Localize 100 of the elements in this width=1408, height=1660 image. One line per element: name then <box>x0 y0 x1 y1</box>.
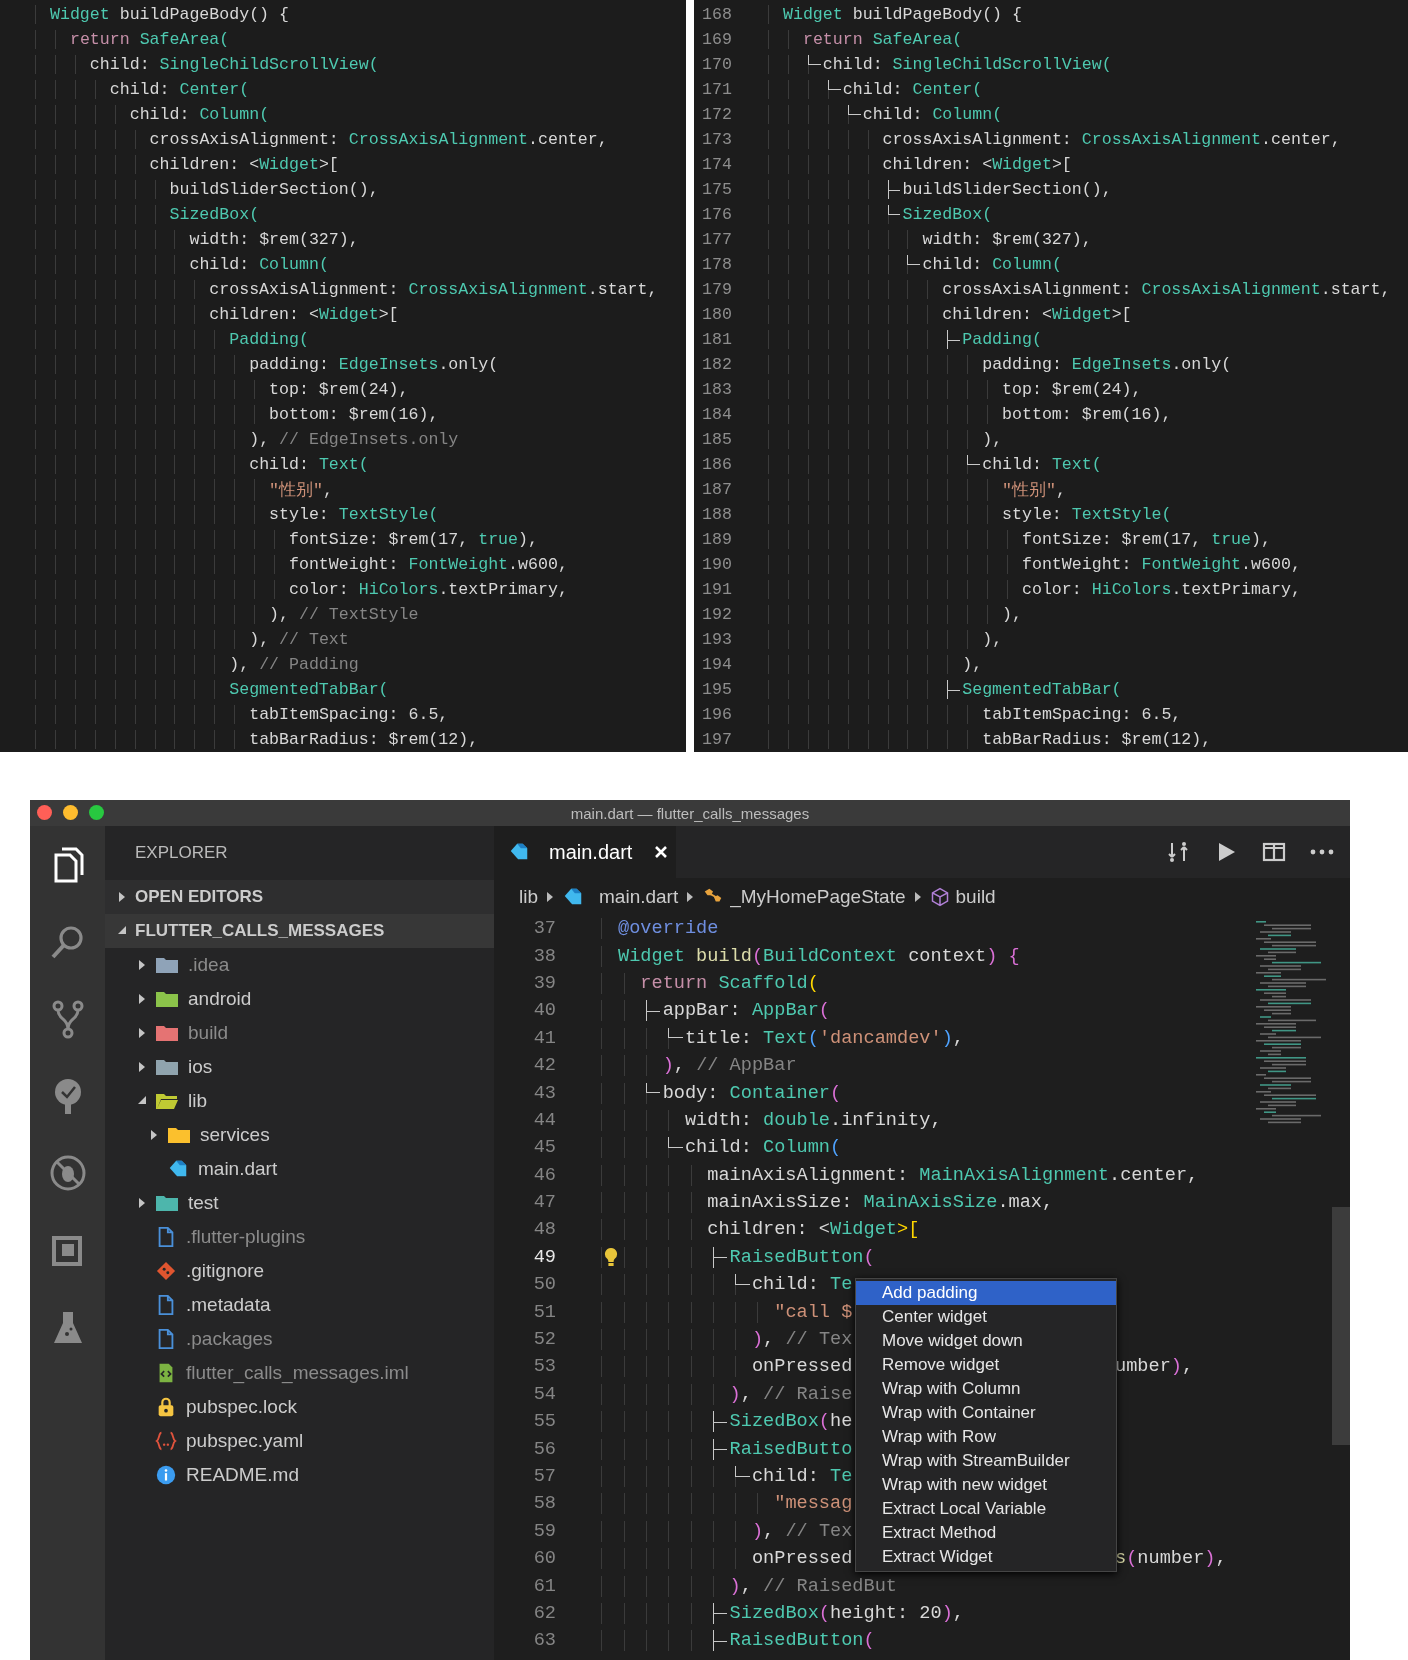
line-number: 186 <box>702 455 732 474</box>
line-number: 61 <box>533 1575 556 1597</box>
code-line: tabItemSpacing: 6.5, <box>982 705 1182 724</box>
line-number: 179 <box>702 280 732 299</box>
menu-item[interactable]: Wrap with new widget <box>856 1473 1116 1497</box>
tree-connector <box>735 1466 750 1477</box>
code-line: padding: EdgeInsets.only( <box>249 355 499 374</box>
code-line: child: Text( <box>249 455 369 474</box>
line-number: 170 <box>702 55 732 74</box>
code-line: child: Column( <box>129 105 270 124</box>
menu-item[interactable]: Extract Local Variable <box>856 1497 1116 1521</box>
more-icon[interactable] <box>1310 848 1334 856</box>
section-header[interactable]: OPEN EDITORS <box>105 880 494 914</box>
code-line: "性别", <box>269 480 333 500</box>
breadcrumb-item[interactable]: lib <box>519 885 538 908</box>
tree-item[interactable]: .packages <box>105 1322 494 1356</box>
tree-item[interactable]: services <box>105 1118 494 1152</box>
line-number: 180 <box>702 305 732 324</box>
line-number: 172 <box>702 105 732 124</box>
code-line: child: SingleChildScrollView( <box>822 55 1112 74</box>
code-line: children: <Widget>[ <box>707 1219 920 1241</box>
code-line: "性别", <box>1002 480 1066 500</box>
code-line: SizedBox( <box>169 205 260 224</box>
section-header[interactable]: FLUTTER_CALLS_MESSAGES <box>105 914 494 948</box>
code-line: crossAxisAlignment: CrossAxisAlignment.center, <box>882 130 1341 149</box>
menu-item[interactable]: Extract Method <box>856 1521 1116 1545</box>
code-line: child: Te <box>751 1466 853 1487</box>
line-number: 195 <box>702 680 732 699</box>
code-line: fontWeight: FontWeight.w600, <box>289 555 568 574</box>
code-line: ), // Padding <box>229 655 359 674</box>
tree-item[interactable]: .flutter-plugins <box>105 1220 494 1254</box>
code-line: ), // Raise <box>729 1383 853 1405</box>
braces-icon <box>155 1430 177 1452</box>
tree-item[interactable]: .gitignore <box>105 1254 494 1288</box>
scrollbar-thumb[interactable] <box>1332 1207 1350 1445</box>
line-number: 63 <box>533 1630 556 1652</box>
line-number: 45 <box>533 1137 556 1159</box>
breadcrumb-item[interactable]: main.dart <box>562 885 679 908</box>
code-line: onPressed <box>751 1356 853 1378</box>
lightbulb-icon[interactable] <box>604 1246 618 1267</box>
line-number: 193 <box>702 630 732 649</box>
code-line: child: Text( <box>982 455 1102 474</box>
code-line: width: $rem(327), <box>922 230 1092 249</box>
tree-item[interactable]: test <box>105 1186 494 1220</box>
line-number: 53 <box>533 1356 556 1378</box>
tree-item[interactable]: lib <box>105 1084 494 1118</box>
compare-icon[interactable] <box>1166 840 1190 864</box>
code-line: fontSize: $rem(17, true), <box>1022 530 1271 549</box>
maximize-dot[interactable] <box>89 805 104 820</box>
tree-item[interactable]: pubspec.lock <box>105 1390 494 1424</box>
menu-item[interactable]: Extract Widget <box>856 1545 1116 1569</box>
tree-item[interactable]: android <box>105 982 494 1016</box>
line-number: 171 <box>702 80 732 99</box>
tree-item[interactable]: pubspec.yaml <box>105 1424 494 1458</box>
breadcrumb-item[interactable]: _MyHomePageState <box>702 885 906 908</box>
menu-item[interactable]: Wrap with Container <box>856 1401 1116 1425</box>
window-title: main.dart — flutter_calls_messages <box>570 804 810 822</box>
code-line: SizedBox(he <box>729 1411 853 1433</box>
tree-item[interactable]: main.dart <box>105 1152 494 1186</box>
close-dot[interactable] <box>37 805 52 820</box>
tree-item[interactable]: .idea <box>105 948 494 982</box>
line-number: 48 <box>533 1219 556 1241</box>
line-number: 176 <box>702 205 732 224</box>
code-line: return SafeArea( <box>69 30 230 49</box>
tree-connector <box>712 1438 728 1460</box>
line-number: 168 <box>702 5 732 24</box>
breadcrumb-item[interactable]: build <box>929 885 996 908</box>
tree-item[interactable]: .metadata <box>105 1288 494 1322</box>
tree-item[interactable]: ios <box>105 1050 494 1084</box>
code-line: bottom: $rem(16), <box>269 405 439 424</box>
code-line: "call $ <box>774 1301 853 1323</box>
line-number: 39 <box>533 972 556 994</box>
menu-item[interactable]: Wrap with Column <box>856 1377 1116 1401</box>
code-line: ), // Text <box>249 630 349 649</box>
menu-item[interactable]: Remove widget <box>856 1353 1116 1377</box>
tree-item[interactable]: flutter_calls_messages.iml <box>105 1356 494 1390</box>
code-line: child: Column( <box>189 255 329 274</box>
minimize-dot[interactable] <box>63 805 78 820</box>
menu-item[interactable]: Add padding <box>856 1281 1116 1305</box>
line-number: 197 <box>702 730 732 749</box>
code-line: padding: EdgeInsets.only( <box>982 355 1232 374</box>
code-line: ), // EdgeInsets.only <box>249 430 459 449</box>
split-editor-icon[interactable] <box>1262 840 1286 864</box>
code-line: return SafeArea( <box>802 30 963 49</box>
tree-item[interactable]: README.md <box>105 1458 494 1492</box>
tree-item[interactable]: build <box>105 1016 494 1050</box>
code-line: ), // RaisedBut <box>729 1575 897 1597</box>
menu-item[interactable]: Center widget <box>856 1305 1116 1329</box>
line-number: 46 <box>533 1164 556 1186</box>
close-icon[interactable] <box>654 845 669 859</box>
menu-item[interactable]: Wrap with StreamBuilder <box>856 1449 1116 1473</box>
editor-tab[interactable]: main.dart <box>494 826 676 878</box>
code-line: ), <box>1002 605 1022 624</box>
menu-item[interactable]: Wrap with Row <box>856 1425 1116 1449</box>
code-line: child: SingleChildScrollView( <box>89 55 379 74</box>
info-icon <box>155 1464 177 1486</box>
line-number: 54 <box>533 1383 556 1405</box>
menu-item[interactable]: Move widget down <box>856 1329 1116 1353</box>
code-line: RaisedButton( <box>729 1246 875 1268</box>
line-number: 188 <box>702 505 732 524</box>
